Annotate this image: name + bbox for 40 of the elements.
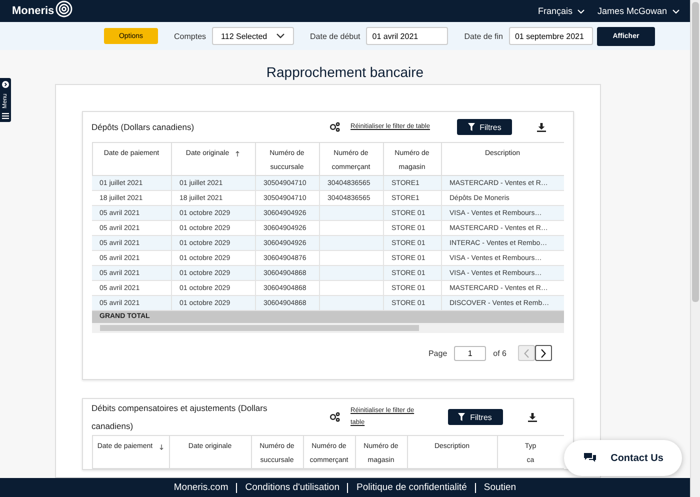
gears-icon[interactable] [328, 412, 340, 422]
start-date-label: Date de début [310, 32, 360, 40]
language-dropdown[interactable]: Français [538, 6, 586, 16]
page-number-field[interactable]: 1 [454, 346, 486, 360]
chevron-left-icon [524, 348, 528, 358]
contact-us-button[interactable]: Contact Us [564, 440, 682, 476]
next-page-button[interactable] [534, 345, 552, 361]
logo-text: Moneris [12, 5, 54, 17]
end-date-field[interactable]: 01 septembre 2021 [508, 27, 593, 45]
page-title: Rapprochement bancaire [266, 64, 424, 80]
arrow-circle-icon [2, 81, 9, 88]
filter-icon [458, 413, 466, 421]
start-date-field[interactable]: 01 avril 2021 [366, 27, 448, 45]
chevron-down-icon [577, 8, 586, 14]
section-title: Débits compensatoires et ajustements (Dollars canadiens) [92, 402, 268, 433]
footer-link[interactable]: Conditions d'utilisation [236, 482, 348, 492]
accounts-select[interactable]: 112 Selected [212, 27, 294, 45]
filter-button[interactable]: Filtres [456, 119, 512, 135]
chat-bubbles-icon [582, 452, 597, 464]
chevron-down-icon [672, 8, 680, 14]
chevron-down-icon [276, 33, 286, 39]
accounts-label: Comptes [174, 32, 206, 40]
footer-link[interactable]: Soutien [474, 482, 524, 492]
section-title: Dépôts (Dollars canadiens) [92, 121, 196, 134]
page-count: of 6 [493, 348, 506, 358]
user-dropdown[interactable]: James McGowan [597, 6, 680, 16]
filter-icon [468, 123, 475, 131]
end-date-label: Date de fin [464, 32, 503, 40]
menu-icon [2, 113, 9, 119]
logo-swirl-icon [55, 0, 74, 18]
download-icon[interactable] [536, 122, 546, 132]
chevron-right-icon [540, 348, 546, 358]
footer-link[interactable]: Politique de confidentialité [347, 482, 475, 492]
download-icon[interactable] [528, 412, 536, 422]
gears-icon[interactable] [328, 122, 340, 132]
horizontal-scrollbar[interactable] [92, 323, 564, 333]
page-label: Page [428, 348, 448, 358]
footer-link[interactable]: Moneris.com [166, 482, 236, 492]
filter-button[interactable]: Filtres [448, 409, 502, 425]
vertical-scrollbar[interactable] [690, 0, 700, 497]
